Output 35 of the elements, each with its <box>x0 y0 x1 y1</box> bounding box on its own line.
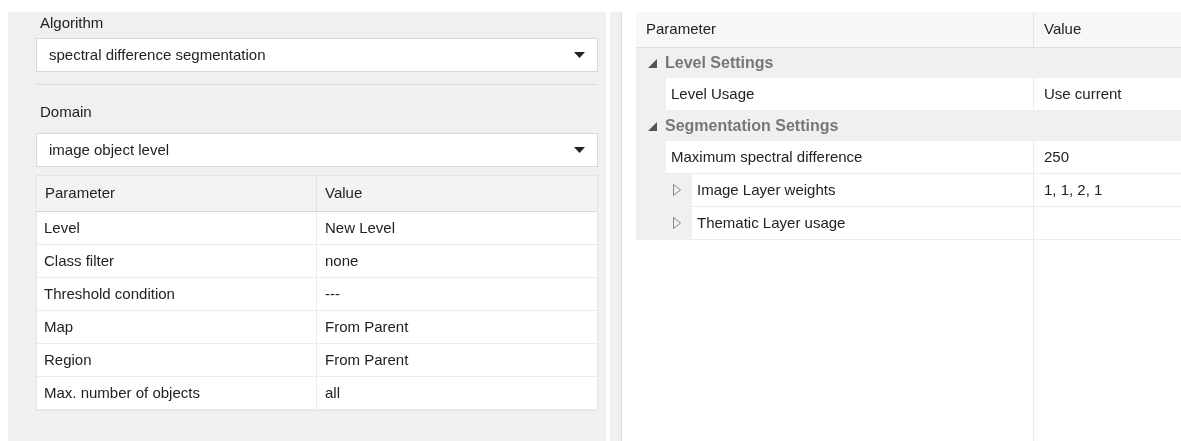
column-header: Value <box>324 183 364 204</box>
table-cell: Threshold condition <box>37 278 317 310</box>
category-header: Level Settings <box>665 53 774 73</box>
table-cell-text: From Parent <box>324 349 410 370</box>
table-cell: Level <box>37 212 317 244</box>
column-header: Parameter <box>37 176 317 211</box>
property-name: Image Layer weights <box>696 179 837 200</box>
property-name: Maximum spectral difference <box>670 146 864 167</box>
table-cell-text: all <box>324 382 341 403</box>
property-name: Thematic Layer usage <box>696 212 847 233</box>
property-value: Use current <box>1034 78 1181 111</box>
category-header: Segmentation Settings <box>665 116 839 136</box>
table-cell: Map <box>37 311 317 343</box>
table-cell-text: none <box>324 250 360 271</box>
table-cell-text: New Level <box>324 217 397 238</box>
property-value: 1, 1, 2, 1 <box>1034 174 1181 207</box>
group-label: Domain <box>39 102 93 122</box>
collapse-triangle-icon[interactable] <box>648 58 657 68</box>
group-label: Algorithm <box>39 13 105 33</box>
expand-triangle-icon[interactable] <box>673 217 681 229</box>
property-name: Level Usage <box>670 83 756 104</box>
domain-dropdown[interactable]: image object level <box>36 133 598 167</box>
expand-triangle-icon[interactable] <box>673 184 681 196</box>
collapse-triangle-icon[interactable] <box>648 121 657 131</box>
algorithm-dropdown[interactable]: spectral difference segmentation <box>36 38 598 72</box>
table-cell: Class filter <box>37 245 317 277</box>
property-value: 250 <box>1034 141 1181 174</box>
column-header: Parameter <box>636 12 1034 47</box>
dropdown-arrow-icon <box>574 52 585 58</box>
dropdown-arrow-icon <box>574 147 585 153</box>
table-cell-text: From Parent <box>324 316 410 337</box>
table-cell: Max. number of objects <box>37 377 317 409</box>
column-header: Value <box>1043 19 1083 40</box>
table-cell: Region <box>37 344 317 376</box>
table-cell-text: --- <box>324 283 341 304</box>
